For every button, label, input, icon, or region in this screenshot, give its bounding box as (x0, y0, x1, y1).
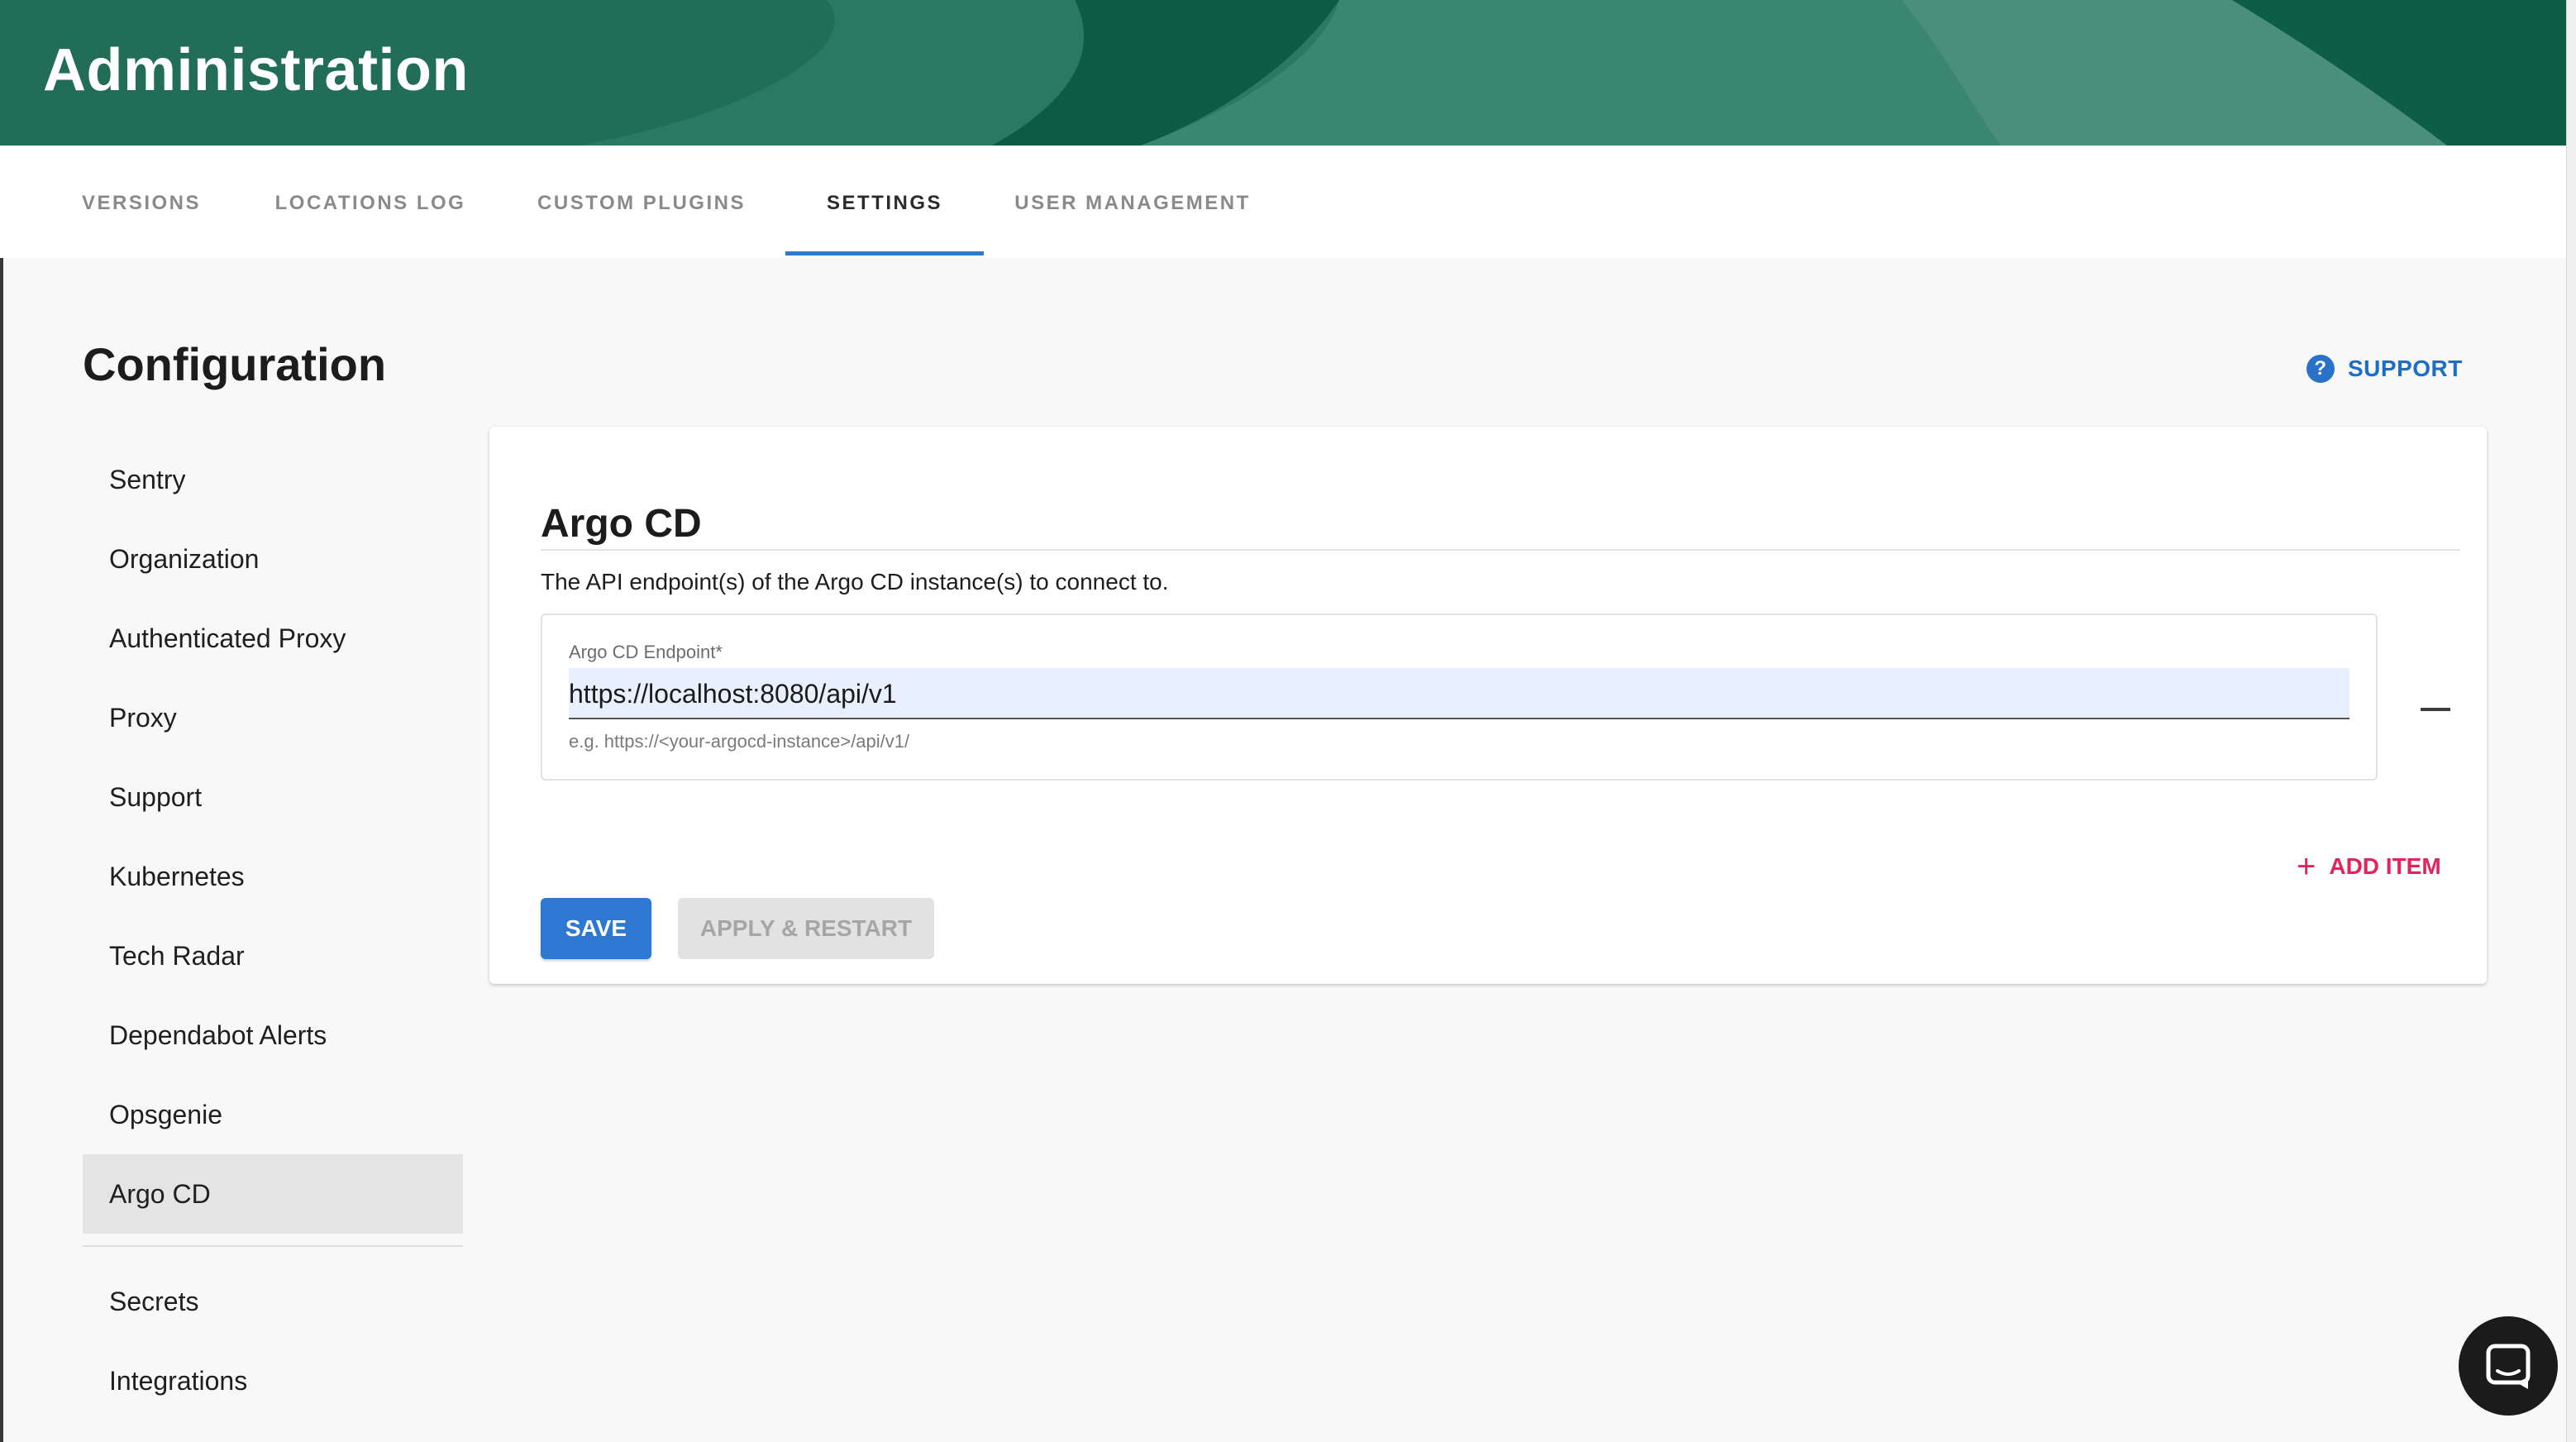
card-title: Argo CD (541, 502, 702, 546)
minus-icon (2421, 708, 2450, 711)
sidebar-item-opsgenie[interactable]: Opsgenie (83, 1075, 463, 1154)
save-button[interactable]: SAVE (541, 898, 651, 959)
endpoint-field-label: Argo CD Endpoint* (569, 642, 723, 662)
remove-item-button[interactable] (2412, 690, 2459, 729)
sidebar-item-support[interactable]: Support (83, 757, 463, 837)
sidebar-item-argo-cd[interactable]: Argo CD (83, 1154, 463, 1234)
sidebar-item-organization[interactable]: Organization (83, 519, 463, 599)
support-label: SUPPORT (2348, 356, 2463, 381)
sidebar-item-sentry[interactable]: Sentry (83, 440, 463, 519)
endpoint-input[interactable]: https://localhost:8080/api/v1 (569, 668, 2349, 719)
chat-bubble-icon (2486, 1344, 2531, 1389)
chat-launcher-button[interactable] (2459, 1316, 2558, 1416)
tab-custom-plugins[interactable]: CUSTOM PLUGINS (529, 146, 754, 258)
tab-locations-log[interactable]: LOCATIONS LOG (265, 146, 476, 258)
sidebar-item-secrets[interactable]: Secrets (83, 1262, 463, 1341)
sidebar-item-tech-radar[interactable]: Tech Radar (83, 916, 463, 996)
sidebar-divider (83, 1245, 463, 1247)
tab-settings[interactable]: SETTINGS (785, 146, 984, 258)
active-tab-indicator (785, 251, 984, 255)
card-divider (541, 549, 2460, 551)
sidebar-item-dependabot-alerts[interactable]: Dependabot Alerts (83, 996, 463, 1075)
card-description: The API endpoint(s) of the Argo CD insta… (541, 569, 1169, 594)
page-scrollbar[interactable] (2566, 0, 2576, 1442)
add-item-button[interactable]: + ADD ITEM (2297, 850, 2441, 883)
sidebar-item-kubernetes[interactable]: Kubernetes (83, 837, 463, 916)
argo-cd-settings-card: Argo CD The API endpoint(s) of the Argo … (489, 427, 2487, 984)
admin-header: Administration (0, 0, 2566, 146)
help-circle-icon: ? (2306, 355, 2335, 383)
page-title: Configuration (83, 338, 387, 390)
sidebar-item-integrations[interactable]: Integrations (83, 1341, 463, 1421)
sidebar-item-authenticated-proxy[interactable]: Authenticated Proxy (83, 599, 463, 678)
page-header-title: Administration (43, 37, 470, 103)
add-item-label: ADD ITEM (2329, 853, 2441, 879)
tab-versions[interactable]: VERSIONS (66, 146, 217, 258)
tab-user-management[interactable]: USER MANAGEMENT (1009, 146, 1257, 258)
admin-tabs: VERSIONS LOCATIONS LOG CUSTOM PLUGINS SE… (0, 146, 2566, 258)
apply-restart-button: APPLY & RESTART (678, 898, 934, 959)
endpoint-item: Argo CD Endpoint* https://localhost:8080… (541, 614, 2378, 781)
sidebar-item-proxy[interactable]: Proxy (83, 678, 463, 757)
support-button[interactable]: ? SUPPORT (2306, 352, 2463, 385)
endpoint-helper-text: e.g. https://<your-argocd-instance>/api/… (569, 731, 910, 752)
plus-icon: + (2297, 848, 2316, 885)
